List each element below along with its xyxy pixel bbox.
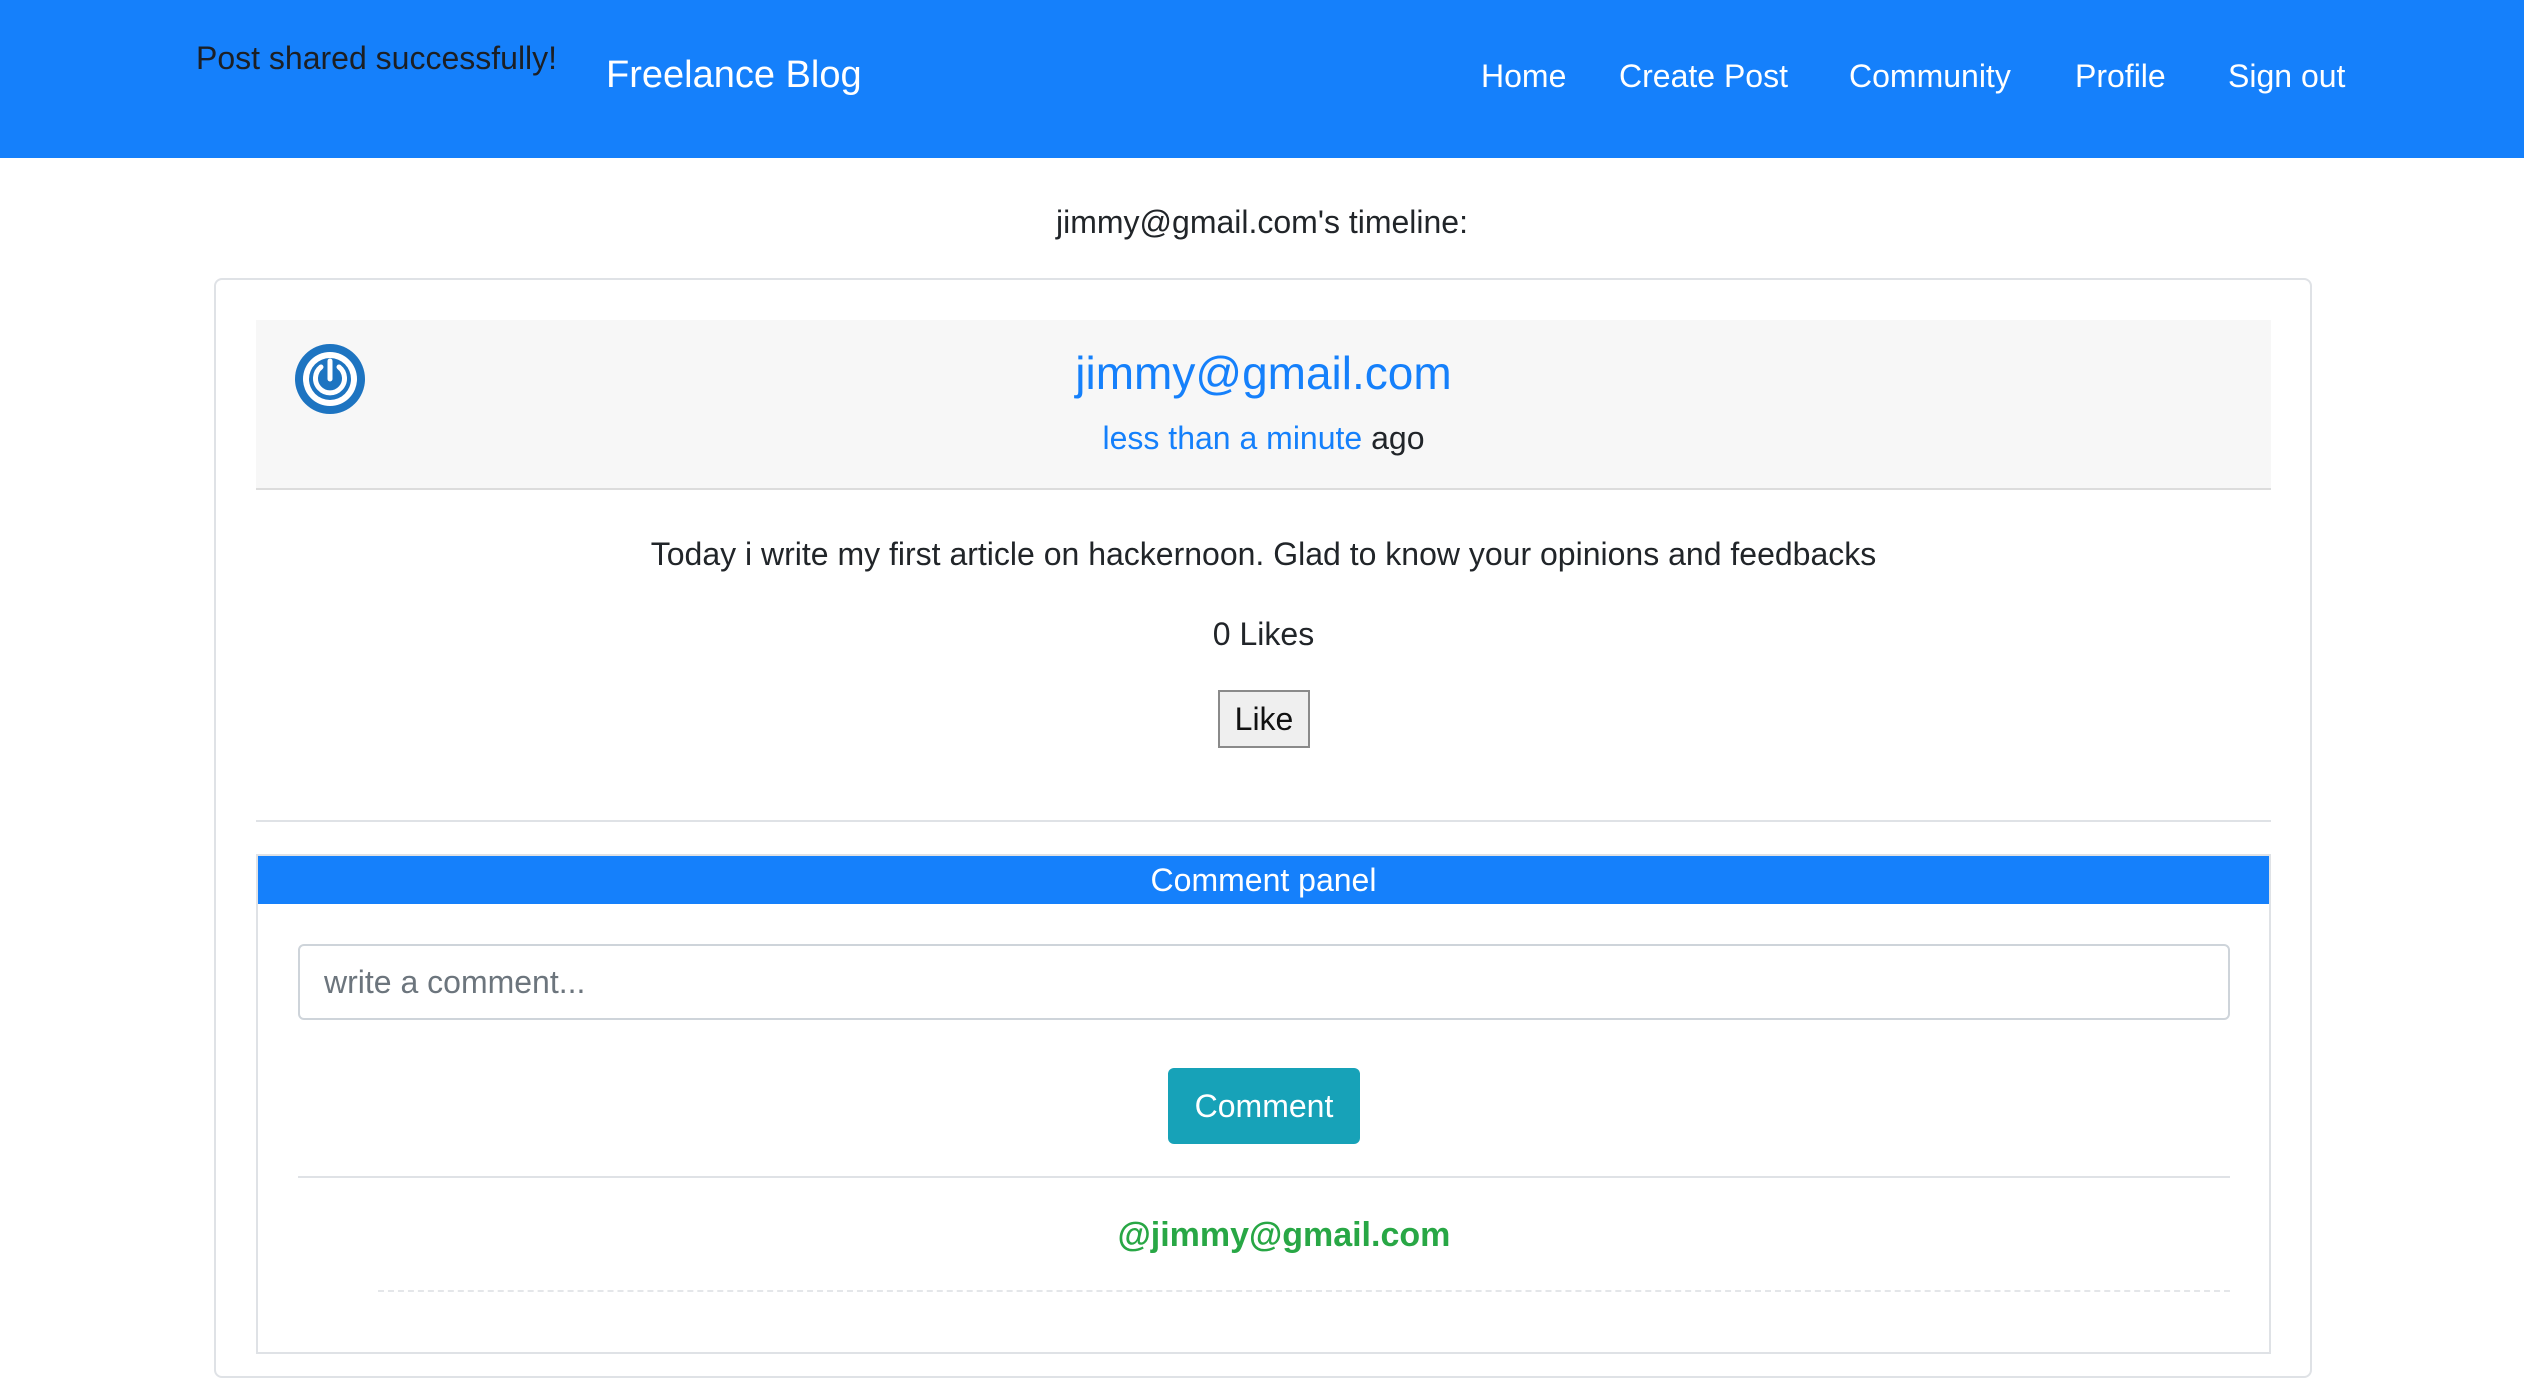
timeline-title: jimmy@gmail.com's timeline:	[1056, 204, 1468, 240]
nav-create-post-link[interactable]: Create Post	[1619, 58, 1788, 95]
post-timestamp: less than a minute ago	[256, 420, 2271, 457]
nav-sign-out-link[interactable]: Sign out	[2228, 58, 2345, 95]
flash-message: Post shared successfully!	[196, 40, 558, 76]
comment-input[interactable]	[298, 944, 2230, 1020]
nav-community-link[interactable]: Community	[1849, 58, 2011, 95]
navbar: Post shared successfully! Freelance Blog…	[0, 0, 2524, 158]
comment-author[interactable]: @jimmy@gmail.com	[298, 1216, 2230, 1255]
post-time-suffix: ago	[1362, 420, 1425, 456]
navbar-brand[interactable]: Freelance Blog	[606, 54, 862, 97]
post-author-link[interactable]: jimmy@gmail.com	[256, 346, 2271, 400]
like-button[interactable]: Like	[1218, 690, 1310, 748]
divider	[256, 820, 2271, 822]
post-time-link[interactable]: less than a minute	[1103, 420, 1363, 456]
comment-submit-button[interactable]: Comment	[1168, 1068, 1360, 1144]
divider	[298, 1176, 2230, 1178]
post-author-text[interactable]: jimmy@gmail.com	[1075, 347, 1451, 399]
likes-count: 0 Likes	[1212, 616, 1315, 652]
comment-separator	[378, 1290, 2230, 1292]
nav-home-link[interactable]: Home	[1481, 58, 1566, 95]
comment-panel-title: Comment panel	[258, 856, 2269, 904]
nav-profile-link[interactable]: Profile	[2075, 58, 2166, 95]
post-body: Today i write my first article on hacker…	[650, 536, 1877, 572]
